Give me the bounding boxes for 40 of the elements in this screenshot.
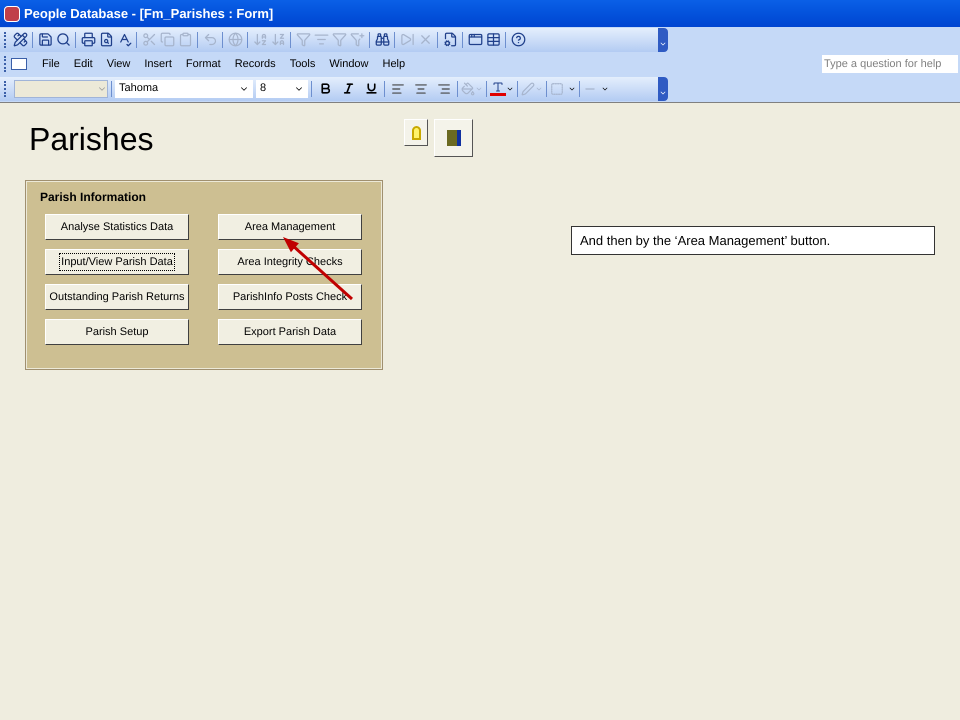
form-button[interactable]: ParishInfo Posts Check [218,284,362,310]
exit-button[interactable] [434,119,473,157]
menu-item[interactable]: Records [228,56,283,72]
form-button[interactable]: Input/View Parish Data [45,249,189,275]
toolbar-options-icon[interactable] [658,28,668,52]
menu-item[interactable]: Tools [282,56,322,72]
toolbar-options-icon[interactable] [658,76,668,100]
printer-icon[interactable] [79,30,97,48]
binoculars-icon[interactable] [373,30,391,48]
font-size: 8 [260,81,266,96]
font-color-icon[interactable] [490,81,514,96]
menu-item[interactable]: Window [322,56,376,72]
help-button[interactable] [404,119,428,146]
line-color-icon[interactable] [521,82,543,96]
font-dropdown[interactable]: Tahoma [115,80,253,98]
help-search-field[interactable]: Type a question for help [822,55,958,73]
form-button[interactable]: Export Parish Data [218,319,362,345]
menu-bar-icon [11,58,27,70]
form-title: Parishes [29,120,154,159]
form-button[interactable]: Analyse Statistics Data [45,214,189,240]
font-size-dropdown[interactable]: 8 [256,80,308,98]
callout-box: And then by the ‘Area Management’ button. [571,226,935,255]
toolbar-grip-icon [4,32,7,48]
fill-color-icon[interactable] [461,82,483,96]
menu-item[interactable]: Insert [137,56,179,72]
font-name: Tahoma [119,81,158,96]
form-button[interactable]: Area Management [218,214,362,240]
form-button[interactable]: Parish Setup [45,319,189,345]
menu-item[interactable]: Help [376,56,412,72]
toolbar-grip-icon [4,56,7,72]
help-icon[interactable] [509,30,527,48]
menu-item[interactable]: File [35,56,67,72]
panel-title: Parish Information [40,190,148,204]
toolbar-grip-icon [4,80,7,96]
ruler-pencil-icon[interactable] [11,30,29,48]
menu-item[interactable]: Edit [66,56,100,72]
form-button[interactable]: Outstanding Parish Returns [45,284,189,310]
menu-item[interactable]: View [100,56,138,72]
window-title: People Database - [Fm_Parishes : Form] [24,4,274,23]
menu-item[interactable]: Format [178,56,228,72]
